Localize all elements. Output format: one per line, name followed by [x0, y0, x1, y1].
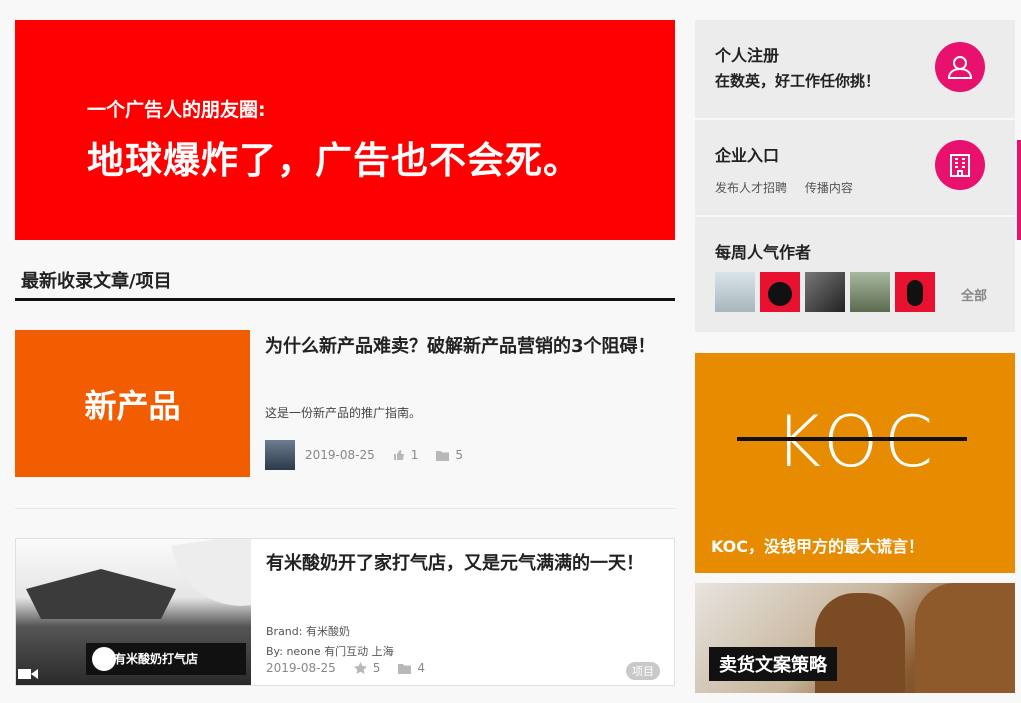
folder-icon [436, 450, 450, 461]
author-avatar[interactable] [850, 272, 890, 312]
article-byline: By: neone 有门互动 上海 [266, 645, 394, 658]
author-avatar[interactable] [805, 272, 845, 312]
folder-count[interactable]: 4 [398, 661, 425, 675]
company-card[interactable]: 企业入口 发布人才招聘 传播内容 [695, 120, 1015, 215]
article-meta: 2019-08-25 5 4 [266, 661, 443, 675]
author-list [715, 272, 940, 312]
author-avatar[interactable] [760, 272, 800, 312]
thumbs-up-icon [393, 450, 404, 460]
article-thumbnail[interactable]: 有米酸奶打气店 [16, 539, 251, 685]
koc-title: KOC [775, 401, 940, 483]
roof-shape [26, 569, 176, 619]
star-count[interactable]: 5 [353, 661, 380, 675]
boot-shape [915, 583, 1015, 693]
project-tag[interactable]: 项目 [626, 662, 660, 680]
register-card[interactable]: 个人注册 在数英，好工作任你挑！ [695, 20, 1015, 118]
section-header: 最新收录文章/项目 [15, 258, 675, 301]
article-brand: Brand: 有米酸奶 [266, 625, 350, 638]
folder-icon [398, 663, 412, 674]
register-subtitle: 在数英，好工作任你挑！ [715, 72, 881, 90]
article-date: 2019-08-25 [266, 661, 336, 675]
author-avatar[interactable] [715, 272, 755, 312]
boots-promo[interactable]: 卖货文案策略 [695, 583, 1015, 693]
strike-line [737, 437, 967, 441]
company-title: 企业入口 [715, 146, 780, 165]
link-content[interactable]: 传播内容 [805, 181, 853, 195]
umbrella-shape [171, 539, 251, 615]
popular-title: 每周人气作者 [715, 243, 812, 262]
shop-logo [92, 647, 116, 671]
edge-accent [1017, 140, 1021, 240]
article-thumbnail[interactable]: 新产品 [15, 330, 250, 477]
link-recruit[interactable]: 发布人才招聘 [715, 181, 787, 195]
like-count[interactable]: 1 [393, 448, 418, 462]
article-date: 2019-08-25 [305, 448, 375, 462]
article-title[interactable]: 为什么新产品难卖？破解新产品营销的3个阻碍！ [265, 332, 665, 361]
article-title[interactable]: 有米酸奶开了家打气店，又是元气满满的一天！ [266, 549, 666, 578]
user-icon [947, 56, 973, 79]
star-icon [353, 662, 367, 674]
section-title: 最新收录文章/项目 [21, 271, 172, 292]
company-links: 发布人才招聘 传播内容 [715, 179, 867, 196]
author-avatar[interactable] [265, 440, 295, 470]
banner-headline: 地球爆炸了，广告也不会死。 [87, 139, 581, 182]
boots-label: 卖货文案策略 [709, 647, 837, 681]
koc-promo[interactable]: KOC KOC，没钱甲方的最大谎言！ [695, 353, 1015, 573]
author-avatar[interactable] [895, 272, 935, 312]
top-banner[interactable]: 一个广告人的朋友圈: 地球爆炸了，广告也不会死。 [15, 20, 675, 240]
register-title: 个人注册 [715, 46, 780, 65]
video-icon [18, 669, 38, 679]
popular-authors-card: 每周人气作者 全部 [695, 217, 1015, 332]
article-card[interactable]: 有米酸奶打气店 有米酸奶开了家打气店，又是元气满满的一天！ Brand: 有米酸… [15, 538, 675, 686]
building-icon [950, 154, 970, 177]
article-meta: 2019-08-25 1 5 [265, 440, 481, 470]
divider [15, 508, 675, 509]
all-authors-link[interactable]: 全部 [961, 285, 987, 304]
banner-subtitle: 一个广告人的朋友圈: [87, 99, 266, 121]
article-card[interactable]: 新产品 为什么新产品难卖？破解新产品营销的3个阻碍！ 这是一份新产品的推广指南。… [15, 330, 675, 490]
building-icon-button[interactable] [935, 140, 985, 190]
article-description: 这是一份新产品的推广指南。 [265, 406, 422, 420]
koc-caption: KOC，没钱甲方的最大谎言！ [711, 537, 925, 556]
folder-count[interactable]: 5 [436, 448, 463, 462]
user-icon-button[interactable] [935, 42, 985, 92]
thumbnail-text: 新产品 [84, 386, 181, 425]
